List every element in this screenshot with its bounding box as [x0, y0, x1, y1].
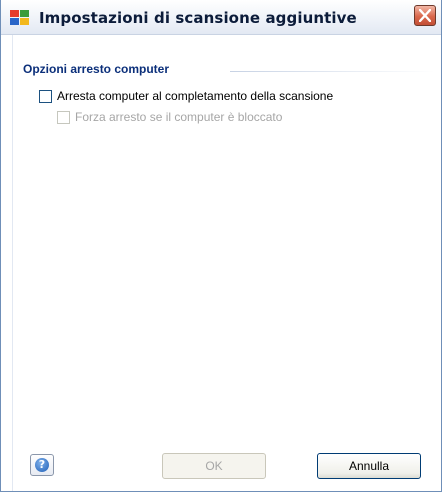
group-title: Opzioni arresto computer [23, 62, 170, 76]
cancel-button[interactable]: Annulla [317, 453, 421, 479]
window-title: Impostazioni di scansione aggiuntive [39, 9, 357, 27]
help-button[interactable]: ? [30, 454, 54, 476]
ok-button[interactable]: OK [162, 453, 266, 479]
shutdown-checkbox[interactable] [39, 89, 52, 103]
dialog-left-panel-edge [1, 35, 13, 491]
group-divider [230, 71, 435, 72]
help-icon: ? [35, 458, 49, 472]
force-shutdown-option-label: Forza arresto se il computer è bloccato [75, 110, 283, 124]
close-button[interactable] [414, 5, 436, 26]
shutdown-option-label: Arresta computer al completamento della … [57, 89, 334, 103]
force-shutdown-option: Forza arresto se il computer è bloccato [57, 110, 282, 124]
title-bar[interactable]: Impostazioni di scansione aggiuntive [1, 0, 441, 35]
dialog-content: Opzioni arresto computer Arresta compute… [13, 36, 435, 491]
force-shutdown-checkbox [57, 110, 70, 124]
shutdown-option[interactable]: Arresta computer al completamento della … [39, 89, 333, 103]
close-icon [419, 9, 431, 22]
avg-app-icon [10, 10, 30, 26]
dialog-window: Impostazioni di scansione aggiuntive Opz… [0, 0, 442, 492]
